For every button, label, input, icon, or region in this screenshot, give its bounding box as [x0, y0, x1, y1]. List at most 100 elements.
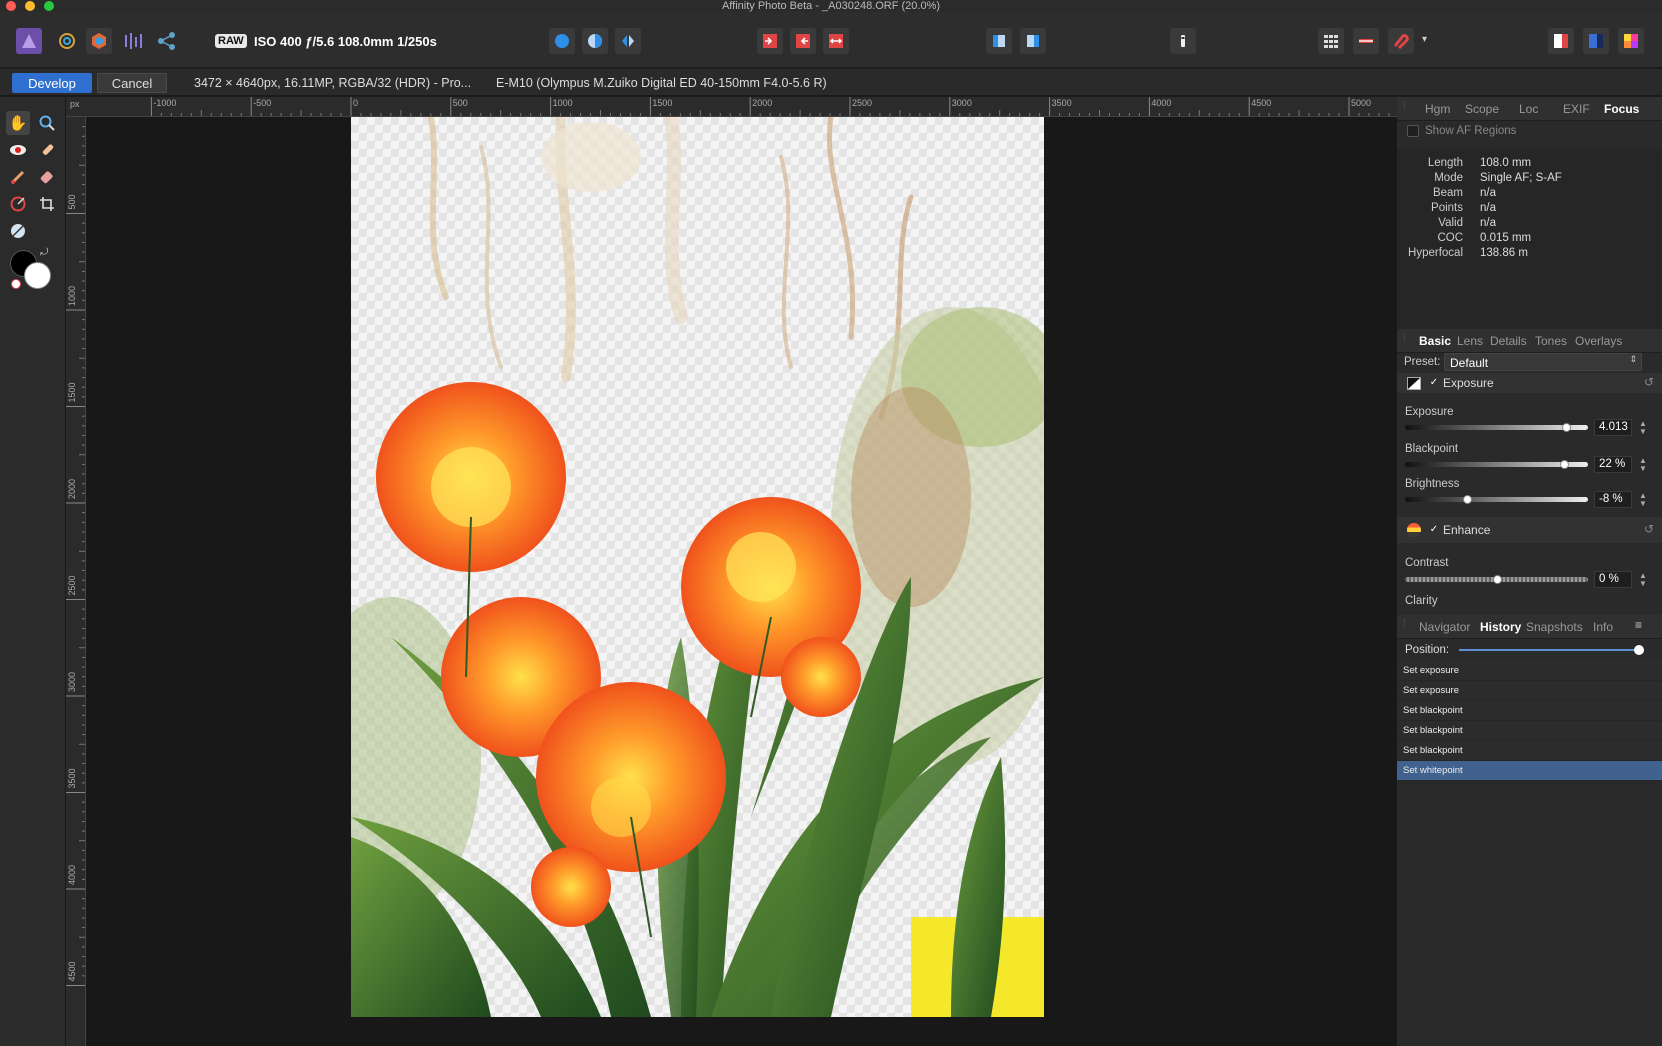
color-palette-icon[interactable] [1618, 28, 1644, 54]
focus-key: COC [1437, 232, 1463, 244]
history-item[interactable]: Set exposure [1397, 681, 1662, 701]
tab-focus[interactable]: Focus [1604, 102, 1639, 116]
raw-badge: RAW [215, 34, 247, 48]
view-split-icon[interactable] [582, 28, 608, 54]
show-af-regions-checkbox[interactable] [1407, 125, 1419, 137]
white-balance-tool-icon[interactable] [6, 219, 30, 243]
exposure-section-header[interactable]: ✓ Exposure ↺ [1397, 373, 1662, 393]
contrast-stepper-icon[interactable]: ▲ ▼ [1639, 572, 1647, 588]
snapping-icon[interactable] [1353, 28, 1379, 54]
blackpoint-stepper-icon[interactable]: ▲ ▼ [1639, 457, 1647, 473]
exposure-slider[interactable] [1405, 423, 1588, 432]
history-item[interactable]: Set blackpoint [1397, 701, 1662, 721]
drag-handle-icon[interactable]: ⁞ [1403, 619, 1406, 630]
tab-loc[interactable]: Loc [1519, 102, 1538, 116]
assistant-icon[interactable] [1170, 28, 1196, 54]
history-position-knob[interactable] [1634, 645, 1644, 655]
clipping-shadows-icon[interactable] [790, 28, 816, 54]
tab-info[interactable]: Info [1593, 620, 1613, 634]
lens-info: E-M10 (Olympus M.Zuiko Digital ED 40-150… [496, 76, 827, 90]
panel-menu-icon[interactable]: ≡ [1635, 618, 1642, 632]
photo-image[interactable] [351, 117, 1044, 1017]
contrast-slider-knob[interactable] [1492, 575, 1502, 584]
ruler-label: 3000 [952, 98, 972, 108]
no-color-icon[interactable] [11, 279, 21, 289]
zoom-window-button[interactable] [44, 1, 54, 11]
tab-details[interactable]: Details [1490, 334, 1527, 348]
cancel-button[interactable]: Cancel [97, 73, 167, 93]
swap-colors-icon[interactable]: ⤾ [40, 247, 48, 258]
persona-export-icon[interactable] [154, 28, 180, 54]
tab-overlays[interactable]: Overlays [1575, 334, 1622, 348]
enhance-enabled-checkbox[interactable]: ✓ [1428, 524, 1440, 536]
chevron-down-icon[interactable]: ▾ [1422, 34, 1427, 45]
brightness-stepper-icon[interactable]: ▲ ▼ [1639, 492, 1647, 508]
ruler-label: 0 [353, 98, 358, 108]
crop-tool-icon[interactable] [35, 192, 59, 216]
canvas-area[interactable] [87, 117, 1397, 1046]
history-item[interactable]: Set blackpoint [1397, 721, 1662, 741]
overlay-erase-tool-icon[interactable] [35, 165, 59, 189]
exposure-slider-knob[interactable] [1562, 423, 1572, 432]
history-item[interactable]: Set exposure [1397, 661, 1662, 681]
red-eye-tool-icon[interactable] [6, 138, 30, 162]
blackpoint-value[interactable]: 22 % [1594, 456, 1632, 473]
studio-right-icon[interactable] [1583, 28, 1609, 54]
overlay-paint-tool-icon[interactable] [6, 165, 30, 189]
blemish-tool-icon[interactable] [35, 138, 59, 162]
brightness-slider-knob[interactable] [1463, 495, 1473, 504]
overlay-right-icon[interactable] [1020, 28, 1046, 54]
studio-left-icon[interactable] [1548, 28, 1574, 54]
blackpoint-slider[interactable] [1405, 460, 1588, 469]
clipping-tones-icon[interactable] [823, 28, 849, 54]
contrast-value[interactable]: 0 % [1594, 571, 1632, 588]
overlay-left-icon[interactable] [986, 28, 1012, 54]
persona-develop-icon[interactable] [86, 28, 112, 54]
magnet-snap-icon[interactable] [1388, 28, 1414, 54]
tab-history[interactable]: History [1480, 620, 1521, 634]
exposure-value[interactable]: 4.013 [1594, 419, 1632, 436]
exposure-section-icon [1407, 377, 1421, 390]
minimize-window-button[interactable] [25, 1, 35, 11]
tab-scope[interactable]: Scope [1465, 102, 1499, 116]
persona-photo-icon[interactable] [16, 28, 42, 54]
history-position-slider[interactable] [1459, 645, 1644, 655]
tab-navigator[interactable]: Navigator [1419, 620, 1470, 634]
enhance-section-header[interactable]: ✓ Enhance ↺ [1397, 517, 1662, 543]
focus-key: Valid [1438, 217, 1463, 229]
brightness-value[interactable]: -8 % [1594, 491, 1632, 508]
blackpoint-slider-knob[interactable] [1560, 460, 1570, 469]
tab-exif[interactable]: EXIF [1563, 102, 1590, 116]
history-item[interactable]: Set blackpoint [1397, 741, 1662, 761]
brightness-slider[interactable] [1405, 495, 1588, 504]
drag-handle-icon[interactable]: ⁞ [1403, 101, 1406, 112]
tab-basic[interactable]: Basic [1419, 334, 1451, 348]
overlay-gradient-tool-icon[interactable] [6, 192, 30, 216]
zoom-tool-icon[interactable] [35, 111, 59, 135]
view-hand-tool-icon[interactable]: ✋ [6, 111, 30, 135]
tab-hgm[interactable]: Hgm [1425, 102, 1450, 116]
contrast-slider[interactable] [1405, 575, 1588, 584]
secondary-color-swatch[interactable] [24, 262, 51, 289]
grid-icon[interactable] [1318, 28, 1344, 54]
close-window-button[interactable] [6, 1, 16, 11]
history-item-selected[interactable]: Set whitepoint [1397, 761, 1662, 781]
exposure-section-title: Exposure [1443, 376, 1494, 390]
reset-icon[interactable]: ↺ [1644, 375, 1654, 389]
exposure-enabled-checkbox[interactable]: ✓ [1428, 377, 1440, 389]
persona-liquify-icon[interactable] [54, 28, 80, 54]
tab-snapshots[interactable]: Snapshots [1526, 620, 1583, 634]
persona-tone-mapping-icon[interactable] [120, 28, 146, 54]
develop-button[interactable]: Develop [12, 73, 92, 93]
clipping-highlights-icon[interactable] [757, 28, 783, 54]
exposure-stepper-icon[interactable]: ▲ ▼ [1639, 420, 1647, 436]
reset-icon[interactable]: ↺ [1644, 522, 1654, 536]
tab-lens[interactable]: Lens [1457, 334, 1483, 348]
tab-tones[interactable]: Tones [1535, 334, 1567, 348]
position-label: Position: [1405, 644, 1450, 656]
view-mirror-icon[interactable] [615, 28, 641, 54]
drag-handle-icon[interactable]: ⁞ [1403, 333, 1406, 344]
exif-summary: ISO 400 ƒ/5.6 108.0mm 1/250s [254, 34, 437, 49]
view-single-icon[interactable] [549, 28, 575, 54]
preset-select[interactable]: Default ⇕ [1444, 353, 1642, 371]
